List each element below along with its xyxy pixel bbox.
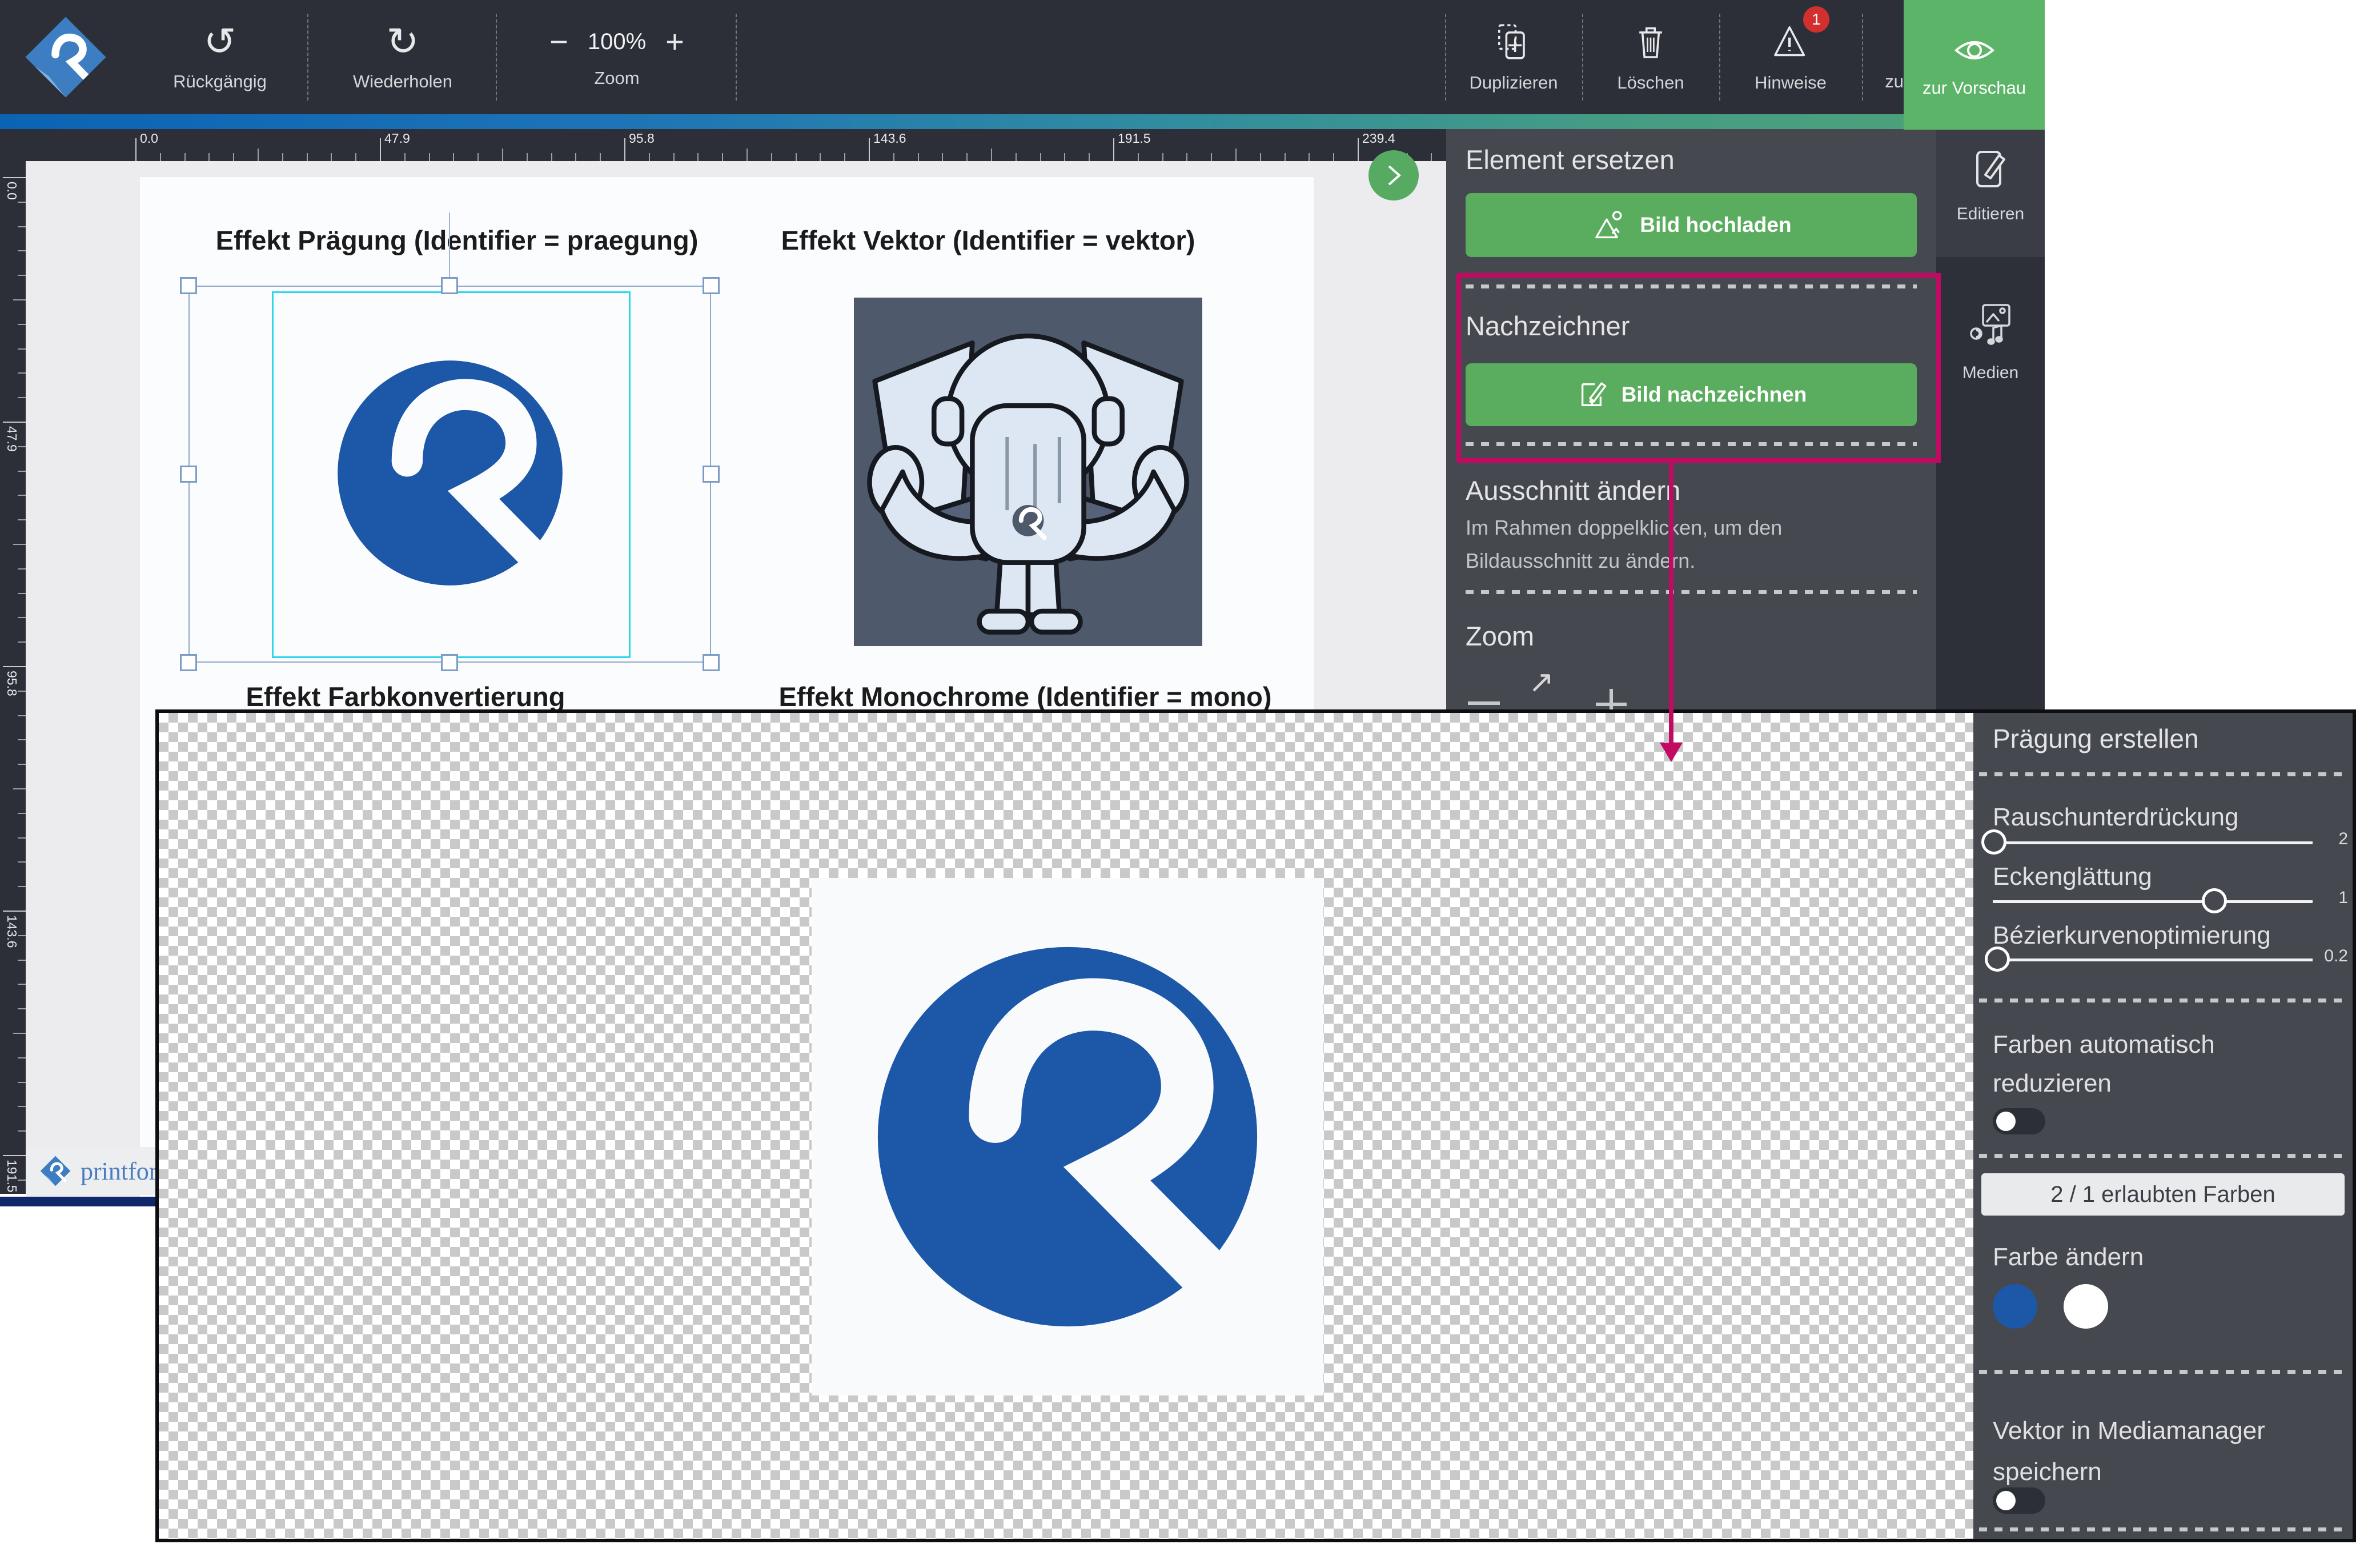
panel-title: Prägung erstellen bbox=[1993, 723, 2199, 754]
replace-element-title: Element ersetzen bbox=[1466, 144, 1675, 175]
redo-icon: ↻ bbox=[387, 22, 419, 61]
zoom-section-title: Zoom bbox=[1466, 620, 1534, 652]
composite-screenshot: ↺ Rückgängig ↻ Wiederholen − 100% + Zoom bbox=[0, 0, 2380, 1552]
slider-value: 2 bbox=[2314, 829, 2348, 849]
tracer-result-overlay: Prägung erstellen Rauschunterdrückung 2 … bbox=[155, 709, 2356, 1542]
reduce-colors-label-line2: reduzieren bbox=[1993, 1069, 2112, 1098]
warning-icon: 1 bbox=[1769, 21, 1812, 62]
reduce-colors-label-line1: Farben automatisch bbox=[1993, 1030, 2215, 1059]
slider-label-bezierkurvenoptimierung: Bézierkurvenoptimierung bbox=[1993, 921, 2271, 950]
slider-thumb[interactable] bbox=[2202, 888, 2227, 913]
crop-hint-line2: Bildausschnitt zu ändern. bbox=[1466, 549, 1695, 573]
praegung-logo-image[interactable] bbox=[302, 325, 598, 621]
color-swatch-blue[interactable] bbox=[1993, 1284, 2037, 1329]
traced-logo-image bbox=[818, 887, 1317, 1386]
toggle-knob bbox=[1996, 1491, 2016, 1510]
separator bbox=[1979, 1370, 2347, 1374]
undo-icon: ↺ bbox=[204, 22, 236, 61]
slider-value: 0.2 bbox=[2314, 947, 2348, 966]
page-footer-stripe bbox=[0, 1197, 155, 1206]
reduce-colors-toggle[interactable] bbox=[1993, 1108, 2045, 1134]
selection-handle[interactable] bbox=[180, 654, 197, 671]
vertical-ruler: 0.047.995.8143.6191.5 bbox=[0, 161, 26, 1194]
printformer-logo-icon bbox=[0, 0, 131, 114]
collapse-panel-button[interactable] bbox=[1368, 150, 1419, 200]
hints-button[interactable]: 1 Hinweise bbox=[1719, 0, 1862, 114]
tracer-highlight-box bbox=[1456, 273, 1941, 463]
preview-button[interactable]: zur Vorschau bbox=[1904, 0, 2045, 130]
separator bbox=[1979, 772, 2347, 776]
separator bbox=[1466, 590, 1917, 594]
zoom-out-button[interactable]: − bbox=[549, 26, 568, 58]
zoom-fit-icon[interactable]: ↗ bbox=[1528, 664, 1554, 700]
tab-editieren-label: Editieren bbox=[1936, 204, 2045, 224]
slider-bezierkurvenoptimierung[interactable] bbox=[1993, 959, 2313, 961]
redo-button[interactable]: ↻ Wiederholen bbox=[308, 0, 497, 114]
annotation-arrow-head bbox=[1660, 743, 1683, 762]
separator bbox=[1979, 1154, 2347, 1158]
selection-handle[interactable] bbox=[180, 277, 197, 294]
separator bbox=[1979, 998, 2347, 1002]
rotation-handle-line[interactable] bbox=[449, 212, 450, 286]
selection-handle[interactable] bbox=[703, 654, 720, 671]
duplicate-icon bbox=[1493, 21, 1534, 62]
upload-image-button[interactable]: Bild hochladen bbox=[1466, 193, 1917, 257]
toggle-knob bbox=[1996, 1112, 2016, 1131]
slider-label-rauschunterdrueckung: Rauschunterdrückung bbox=[1993, 803, 2238, 832]
separator bbox=[1979, 1527, 2347, 1531]
praegung-settings-panel: Prägung erstellen Rauschunterdrückung 2 … bbox=[1973, 713, 2353, 1539]
save-vector-label-line1: Vektor in Mediamanager bbox=[1993, 1417, 2265, 1445]
printformer-logo-icon bbox=[39, 1155, 71, 1187]
change-color-label: Farbe ändern bbox=[1993, 1243, 2144, 1272]
heading-effekt-farbkonvertierung: Effekt Farbkonvertierung bbox=[194, 681, 617, 712]
ruler-corner bbox=[0, 129, 26, 161]
heading-effekt-praegung: Effekt Prägung (Identifier = praegung) bbox=[191, 224, 723, 256]
eye-icon bbox=[1952, 32, 1997, 69]
slider-thumb[interactable] bbox=[1985, 947, 2010, 972]
selection-handle[interactable] bbox=[703, 277, 720, 294]
vector-astronaut-image[interactable] bbox=[854, 297, 1202, 647]
trash-icon bbox=[1630, 21, 1671, 62]
brand-gradient-bar bbox=[0, 114, 2045, 129]
annotation-arrow-line bbox=[1669, 463, 1673, 744]
heading-effekt-monochrome: Effekt Monochrome (Identifier = mono) bbox=[737, 681, 1314, 712]
duplicate-button[interactable]: Duplizieren bbox=[1445, 0, 1582, 114]
crop-hint-line1: Im Rahmen doppelklicken, um den bbox=[1466, 516, 1782, 540]
slider-value: 1 bbox=[2314, 888, 2348, 908]
zoom-level: 100% bbox=[588, 29, 646, 55]
heading-effekt-vektor: Effekt Vektor (Identifier = vektor) bbox=[760, 224, 1217, 256]
save-vector-label-line2: speichern bbox=[1993, 1458, 2102, 1486]
undo-button[interactable]: ↺ Rückgängig bbox=[131, 0, 308, 114]
zoom-in-button[interactable]: + bbox=[665, 26, 684, 58]
toolbar: ↺ Rückgängig ↻ Wiederholen − 100% + Zoom bbox=[0, 0, 2045, 114]
allowed-colors-badge: 2 / 1 erlaubten Farben bbox=[1981, 1173, 2345, 1216]
color-swatch-white[interactable] bbox=[2064, 1284, 2108, 1329]
selection-handle[interactable] bbox=[180, 466, 197, 483]
image-upload-icon bbox=[1591, 208, 1628, 242]
selection-handle[interactable] bbox=[703, 466, 720, 483]
slider-eckenglaettung[interactable] bbox=[1993, 900, 2313, 903]
media-icon bbox=[1968, 302, 2013, 350]
slider-label-eckenglaettung: Eckenglättung bbox=[1993, 863, 2152, 891]
tab-medien-label: Medien bbox=[1936, 363, 2045, 383]
delete-button[interactable]: Löschen bbox=[1582, 0, 1719, 114]
selection-handle[interactable] bbox=[441, 277, 458, 294]
crop-title: Ausschnitt ändern bbox=[1466, 475, 1680, 506]
save-vector-toggle[interactable] bbox=[1993, 1487, 2045, 1514]
slider-rauschunterdrueckung[interactable] bbox=[1993, 841, 2313, 844]
selection-handle[interactable] bbox=[441, 654, 458, 671]
zoom-out-icon[interactable] bbox=[1468, 701, 1500, 705]
edit-icon bbox=[1969, 146, 2012, 192]
toolbar-spacer bbox=[737, 0, 1445, 114]
hints-badge: 1 bbox=[1803, 6, 1829, 33]
zoom-controls: − 100% + Zoom bbox=[497, 0, 737, 114]
horizontal-ruler: 0.047.995.8143.6191.5239.4 bbox=[26, 129, 1446, 161]
slider-thumb[interactable] bbox=[1981, 829, 2006, 855]
